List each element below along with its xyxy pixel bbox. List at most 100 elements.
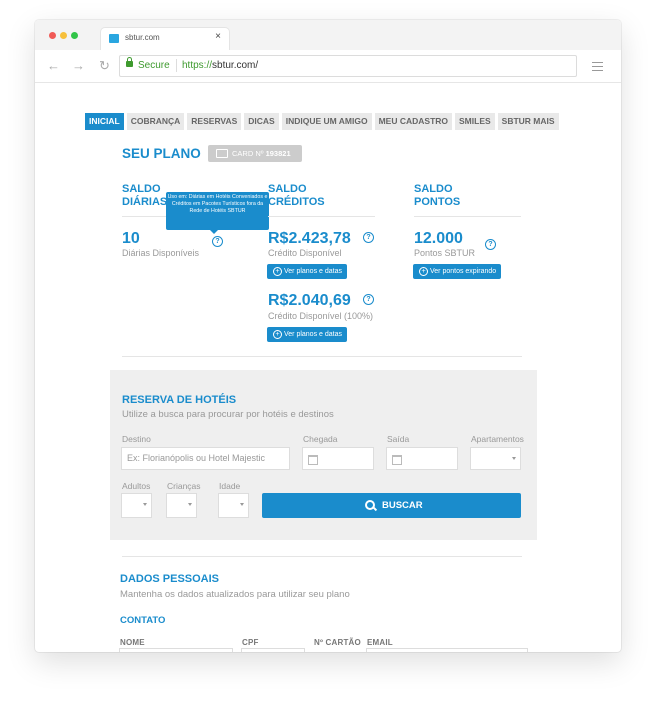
heading-line: PONTOS bbox=[414, 196, 461, 208]
hamburger-menu-icon[interactable] bbox=[592, 62, 603, 74]
forward-arrow-icon[interactable]: → bbox=[72, 58, 85, 73]
adultos-label: Adultos bbox=[122, 481, 151, 491]
button-label: Ver pontos expirando bbox=[430, 268, 497, 275]
nome-input[interactable] bbox=[119, 648, 233, 652]
plan-title: SEU PLANO bbox=[122, 146, 201, 161]
nav-indique-um-amigo[interactable]: INDIQUE UM AMIGO bbox=[281, 113, 372, 130]
search-icon bbox=[365, 500, 375, 510]
tooltip: Uso em: Diárias em Hotéis Conveniados e … bbox=[166, 192, 269, 234]
browser-tab[interactable]: sbtur.com × bbox=[101, 28, 229, 50]
nav-smiles[interactable]: SMILES bbox=[455, 113, 495, 130]
creditos-caption: Crédito Disponível bbox=[268, 248, 342, 258]
divider bbox=[268, 216, 375, 217]
ver-planos-button-2[interactable]: + Ver planos e datas bbox=[267, 327, 347, 342]
email-input[interactable] bbox=[366, 648, 528, 652]
calendar-icon bbox=[392, 455, 402, 465]
diarias-value: 10 bbox=[122, 230, 140, 247]
creditos-value: R$2.423,78 bbox=[268, 230, 351, 247]
back-arrow-icon[interactable]: ← bbox=[47, 58, 60, 73]
criancas-label: Crianças bbox=[167, 481, 201, 491]
section-divider bbox=[122, 356, 522, 357]
url-host: sbtur.com/ bbox=[212, 60, 259, 71]
nav-inicial[interactable]: INICIAL bbox=[85, 113, 124, 130]
button-label: Ver planos e datas bbox=[284, 331, 342, 338]
address-bar: ← → ↻ Secure https://sbtur.com/ bbox=[35, 50, 621, 83]
pontos-caption: Pontos SBTUR bbox=[414, 248, 476, 258]
tab-title: sbtur.com bbox=[125, 33, 160, 42]
hotel-search-title: RESERVA DE HOTÉIS bbox=[122, 394, 237, 406]
secure-label: Secure bbox=[138, 60, 170, 71]
nav-dicas[interactable]: DICAS bbox=[244, 113, 279, 130]
cartao-label: Nº CARTÃO bbox=[314, 638, 361, 647]
saldo-diarias-heading: SALDO DIÁRIAS bbox=[122, 183, 167, 209]
nav-reservas[interactable]: RESERVAS bbox=[187, 113, 242, 130]
url-text: https://sbtur.com/ bbox=[182, 60, 258, 71]
chevron-down-icon bbox=[240, 503, 244, 506]
chegada-label: Chegada bbox=[303, 434, 338, 444]
nav-sbtur-mais[interactable]: SBTUR MAIS bbox=[497, 113, 559, 130]
destino-label: Destino bbox=[122, 434, 151, 444]
heading-line: SALDO bbox=[268, 183, 307, 195]
nav-meu-cadastro[interactable]: MEU CADASTRO bbox=[374, 113, 453, 130]
card-label: CARD Nº bbox=[232, 149, 264, 158]
apartamentos-select[interactable] bbox=[470, 447, 521, 470]
plus-circle-icon: + bbox=[273, 330, 282, 339]
card-icon bbox=[216, 149, 228, 158]
contato-heading: CONTATO bbox=[120, 615, 166, 626]
maximize-window-icon[interactable] bbox=[71, 32, 78, 39]
saida-label: Saída bbox=[387, 434, 410, 444]
favicon-icon bbox=[109, 34, 119, 43]
card-badge: CARD Nº 193821 bbox=[208, 145, 302, 162]
criancas-select[interactable] bbox=[166, 493, 197, 518]
buscar-label: BUSCAR bbox=[382, 500, 423, 511]
saldo-creditos-heading: SALDO CRÉDITOS bbox=[268, 183, 325, 209]
help-icon[interactable]: ? bbox=[363, 294, 374, 305]
apartamentos-label: Apartamentos bbox=[471, 434, 524, 444]
ver-planos-button[interactable]: + Ver planos e datas bbox=[267, 264, 347, 279]
cpf-label: CPF bbox=[242, 638, 259, 647]
heading-line: SALDO bbox=[414, 183, 453, 195]
browser-window: sbtur.com × ← → ↻ Secure https://sbtur.c… bbox=[35, 20, 621, 652]
help-icon[interactable]: ? bbox=[485, 239, 496, 250]
adultos-select[interactable] bbox=[121, 493, 152, 518]
idade-label: Idade bbox=[219, 481, 241, 491]
close-window-icon[interactable] bbox=[49, 32, 56, 39]
divider bbox=[414, 216, 521, 217]
lock-icon bbox=[126, 57, 133, 67]
tab-bar: sbtur.com × bbox=[35, 20, 621, 50]
url-divider bbox=[176, 59, 177, 72]
destino-input[interactable]: Ex: Florianópolis ou Hotel Majestic bbox=[121, 447, 290, 470]
buscar-button[interactable]: BUSCAR bbox=[262, 493, 521, 518]
card-number: 193821 bbox=[265, 149, 291, 158]
pontos-value: 12.000 bbox=[414, 230, 463, 247]
nav-cobranca[interactable]: COBRANÇA bbox=[126, 113, 185, 130]
hotel-search-subtitle: Utilize a busca para procurar por hotéis… bbox=[122, 409, 334, 420]
cpf-input[interactable] bbox=[241, 648, 305, 652]
main-nav: INICIAL COBRANÇA RESERVAS DICAS INDIQUE UM A… bbox=[85, 111, 562, 130]
chegada-date-input[interactable] bbox=[302, 447, 374, 470]
minimize-window-icon[interactable] bbox=[60, 32, 67, 39]
button-label: Ver planos e datas bbox=[284, 268, 342, 275]
heading-line: SALDO bbox=[122, 183, 161, 195]
chevron-down-icon bbox=[512, 457, 516, 460]
creditos-caption-100: Crédito Disponível (100%) bbox=[268, 311, 374, 321]
plus-circle-icon: + bbox=[419, 267, 428, 276]
saida-date-input[interactable] bbox=[386, 447, 458, 470]
url-field[interactable]: Secure https://sbtur.com/ bbox=[119, 55, 577, 77]
section-divider bbox=[122, 556, 522, 557]
help-icon[interactable]: ? bbox=[363, 232, 374, 243]
url-scheme: https:// bbox=[182, 60, 213, 71]
close-tab-icon[interactable]: × bbox=[215, 31, 221, 42]
heading-line: DIÁRIAS bbox=[122, 196, 168, 208]
diarias-caption: Diárias Disponíveis bbox=[122, 248, 200, 258]
dados-pessoais-subtitle: Mantenha os dados atualizados para utili… bbox=[120, 589, 350, 600]
saldo-pontos-heading: SALDO PONTOS bbox=[414, 183, 460, 209]
chevron-down-icon bbox=[188, 503, 192, 506]
heading-line: CRÉDITOS bbox=[268, 196, 325, 208]
idade-select[interactable] bbox=[218, 493, 249, 518]
creditos-value-100: R$2.040,69 bbox=[268, 292, 351, 309]
reload-icon[interactable]: ↻ bbox=[99, 58, 110, 74]
plus-circle-icon: + bbox=[273, 267, 282, 276]
email-label: EMAIL bbox=[367, 638, 393, 647]
ver-pontos-expirando-button[interactable]: + Ver pontos expirando bbox=[413, 264, 501, 279]
